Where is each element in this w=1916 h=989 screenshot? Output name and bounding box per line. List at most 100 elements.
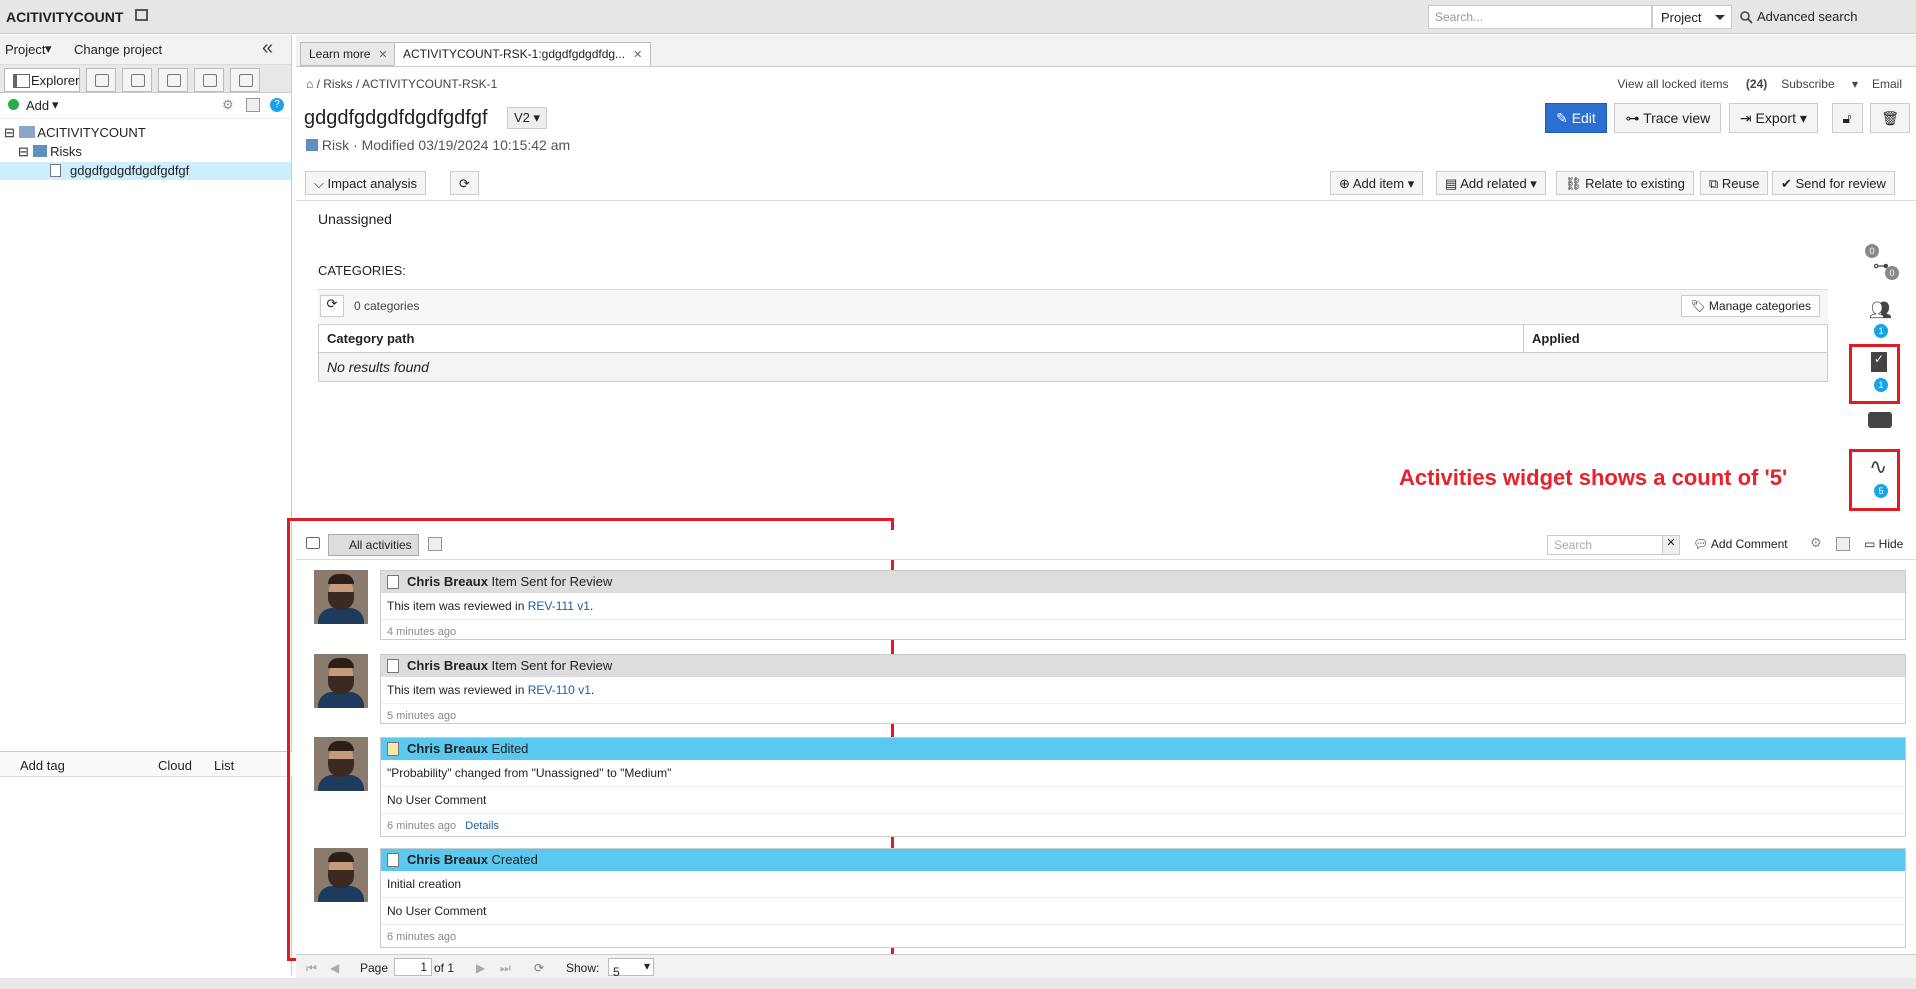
- people-icon: 👥︎: [1869, 300, 1892, 320]
- column-applied[interactable]: Applied: [1523, 325, 1588, 353]
- clear-icon[interactable]: ✕: [1662, 535, 1680, 555]
- review-link[interactable]: REV-110 v1: [528, 683, 591, 697]
- subscribe-menu[interactable]: Subscribe ▾: [1781, 77, 1858, 91]
- impact-analysis-button[interactable]: ⌵ Impact analysis: [305, 171, 427, 195]
- list-item: Chris Breaux Item Sent for Review This i…: [380, 654, 1906, 724]
- help-icon[interactable]: ?: [270, 98, 284, 112]
- add-item-button[interactable]: ⊕ Add item ▾: [1330, 171, 1424, 195]
- gear-icon[interactable]: ⚙: [222, 97, 234, 113]
- search-scope-select[interactable]: Project: [1652, 5, 1732, 29]
- add-icon: [8, 99, 19, 110]
- first-page-icon[interactable]: ⏮: [306, 961, 317, 976]
- all-activities-button[interactable]: All activities: [328, 534, 419, 556]
- edit-button[interactable]: ✎ Edit: [1545, 103, 1607, 133]
- app-title: ACITIVITYCOUNT: [6, 9, 124, 25]
- calendar-tab[interactable]: [122, 68, 152, 92]
- add-button[interactable]: Add: [26, 98, 49, 113]
- document-icon: [387, 659, 399, 673]
- activity-header: Chris Breaux Created: [381, 849, 1905, 871]
- delete-button[interactable]: 🗑︎: [1870, 103, 1910, 133]
- comment-icon[interactable]: [306, 537, 320, 549]
- activity-header: Chris Breaux Item Sent for Review: [381, 571, 1905, 593]
- tab-explorer[interactable]: Explorer: [4, 68, 80, 92]
- home-icon[interactable]: ⌂: [306, 77, 313, 91]
- trace-view-button[interactable]: ⊶ Trace view: [1614, 103, 1722, 133]
- review-link[interactable]: REV-111 v1: [528, 599, 590, 613]
- categories-bar: ⟳ 0 categories 🏷︎ Manage categories: [318, 289, 1828, 323]
- activity-search-input[interactable]: Search: [1547, 535, 1663, 555]
- relate-existing-button[interactable]: ⛓ Relate to existing: [1556, 171, 1694, 195]
- close-icon[interactable]: ✕: [633, 49, 642, 61]
- export-button[interactable]: ⇥ Export ▾: [1728, 103, 1818, 133]
- activity-comment: No User Comment: [381, 787, 1905, 814]
- version-select[interactable]: V2 ▾: [507, 107, 548, 129]
- details-link[interactable]: Details: [465, 820, 499, 832]
- advanced-search-link[interactable]: Advanced search: [1740, 9, 1857, 24]
- explorer-tabs: Explorer: [0, 65, 291, 93]
- global-search-input[interactable]: Search...: [1428, 5, 1652, 29]
- refresh-icon[interactable]: ⟳: [534, 961, 544, 975]
- page-input[interactable]: 1: [394, 958, 432, 976]
- refresh-icon[interactable]: [1836, 537, 1850, 551]
- add-tag-button[interactable]: Add tag: [20, 758, 65, 773]
- add-comment-button[interactable]: 💬︎ Add Comment: [1693, 537, 1788, 551]
- panel-icon[interactable]: [135, 9, 148, 21]
- tree-folder-risks[interactable]: ⊟ Risks: [18, 144, 82, 160]
- gear-icon[interactable]: ⚙: [1810, 535, 1822, 551]
- hide-button[interactable]: ▭ Hide: [1864, 537, 1903, 551]
- change-project-link[interactable]: Change project: [74, 42, 162, 57]
- lock-icon: 🔓︎: [1842, 110, 1852, 126]
- item-links: View all locked items (24) Subscribe ▾ Ema…: [1617, 77, 1916, 91]
- tab-learn-more[interactable]: Learn more ✕: [300, 42, 397, 66]
- window-tab[interactable]: [158, 68, 188, 92]
- page-label: Page: [360, 961, 389, 975]
- email-link[interactable]: Email: [1872, 77, 1902, 91]
- prev-page-icon[interactable]: ◀: [330, 961, 339, 975]
- refresh-icon[interactable]: [246, 98, 260, 112]
- relations-widget[interactable]: 0 ⊶ 0: [1857, 240, 1901, 290]
- search-icon: [1740, 11, 1753, 24]
- settings-icon[interactable]: [428, 537, 442, 551]
- next-page-icon[interactable]: ▶: [476, 961, 485, 975]
- activity-time: 6 minutes ago: [387, 931, 457, 943]
- cloud-button[interactable]: Cloud: [158, 758, 192, 773]
- tag-tab[interactable]: [230, 68, 260, 92]
- item-toolbar: ⌵ Impact analysis ⟳ ⊕ Add item ▾ ▤ Add r…: [296, 165, 1916, 201]
- tree-root[interactable]: ⊟ ACITIVITYCOUNT: [4, 125, 146, 141]
- activity-text: "Probability" changed from "Unassigned" …: [381, 760, 1905, 787]
- risk-folder-icon: [32, 145, 47, 157]
- list-button[interactable]: List: [214, 758, 234, 773]
- collapse-icon[interactable]: «: [262, 37, 273, 60]
- edit-icon: [387, 742, 399, 756]
- categories-table: Category path Applied No results found: [318, 324, 1828, 382]
- activity-text: This item was reviewed in REV-111 v1.: [381, 593, 1905, 620]
- clipboard-tab[interactable]: [194, 68, 224, 92]
- highlight-reviews: [1849, 344, 1900, 404]
- refresh-button[interactable]: ⟳: [450, 171, 479, 195]
- project-icon: [18, 126, 35, 138]
- column-category-path[interactable]: Category path: [327, 331, 414, 346]
- add-related-button[interactable]: ▤ Add related ▾: [1436, 171, 1546, 195]
- trash-icon: 🗑︎: [1881, 110, 1899, 126]
- lock-button[interactable]: 🔓︎: [1831, 103, 1863, 133]
- send-review-button[interactable]: ✔ Send for review: [1772, 171, 1895, 195]
- list-item: Chris Breaux Edited "Probability" change…: [380, 737, 1906, 837]
- collaboration-widget[interactable]: 👥︎ 1: [1857, 294, 1901, 344]
- avatar: [314, 737, 368, 791]
- pager: ⏮ ◀ Page 1 of 1 ▶ ⏭ ⟳ Show: 5 ▾: [296, 954, 1916, 980]
- refresh-icon[interactable]: ⟳: [320, 295, 344, 317]
- manage-categories-button[interactable]: 🏷︎ Manage categories: [1681, 295, 1820, 317]
- page-size-select[interactable]: 5 ▾: [608, 958, 654, 979]
- locked-items-link[interactable]: View all locked items (24): [1617, 77, 1767, 91]
- avatar: [314, 654, 368, 708]
- reuse-button[interactable]: ⧉ Reuse: [1700, 171, 1769, 195]
- filter-tab[interactable]: [86, 68, 116, 92]
- project-menu[interactable]: Project: [5, 42, 45, 57]
- tab-item[interactable]: ACTIVITYCOUNT-RSK-1:gdgdfgdgdfdg... ✕: [394, 42, 652, 66]
- last-page-icon[interactable]: ⏭: [500, 961, 511, 976]
- tree-item-selected[interactable]: gdgdfgdgdfdgdfgdfgf: [0, 162, 291, 180]
- activity-text: Initial creation: [381, 871, 1905, 898]
- categories-title: CATEGORIES:: [318, 263, 406, 278]
- activity-text: This item was reviewed in REV-110 v1.: [381, 677, 1905, 704]
- close-icon[interactable]: ✕: [378, 49, 387, 61]
